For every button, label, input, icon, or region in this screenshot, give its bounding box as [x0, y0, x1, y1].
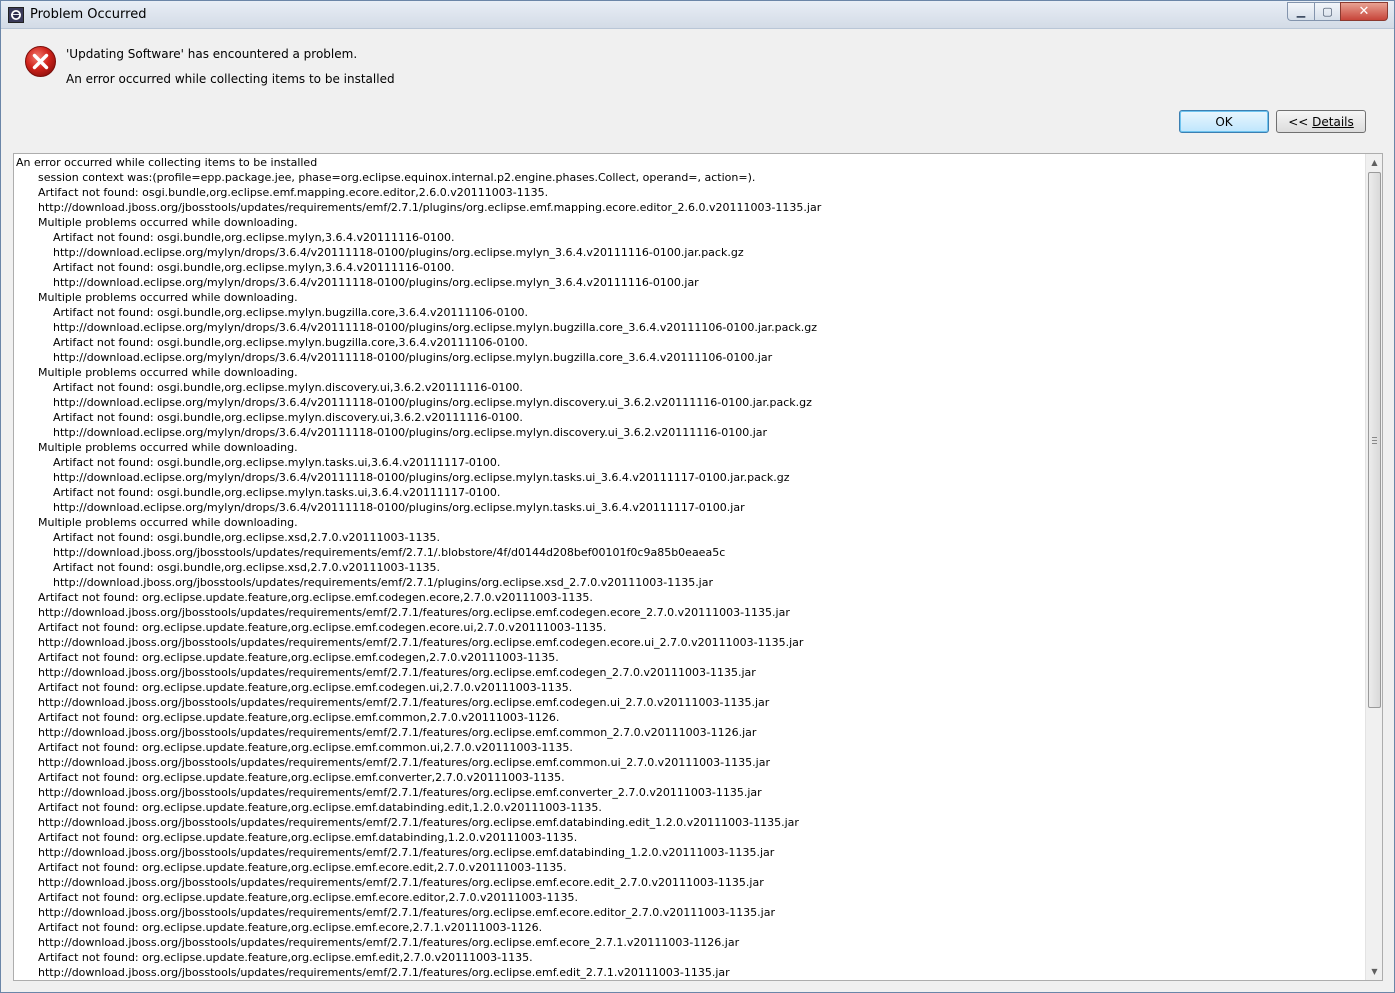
details-log-line: http://download.jboss.org/jbosstools/upd… — [38, 936, 740, 949]
window-controls: ▁ ▢ ✕ — [1287, 2, 1388, 22]
details-log-line: Artifact not found: org.eclipse.update.f… — [38, 651, 559, 664]
details-log: An error occurred while collecting items… — [16, 155, 1361, 980]
details-log-line: http://download.eclipse.org/mylyn/drops/… — [53, 321, 818, 334]
details-log-line: http://download.jboss.org/jbosstools/upd… — [53, 546, 726, 559]
scroll-down-arrow-icon: ▼ — [1371, 967, 1378, 976]
eclipse-app-icon — [8, 7, 24, 23]
details-log-line: http://download.jboss.org/jbosstools/upd… — [38, 756, 770, 769]
maximize-button[interactable]: ▢ — [1314, 2, 1340, 21]
details-log-line: http://download.eclipse.org/mylyn/drops/… — [53, 351, 773, 364]
scroll-up-button[interactable]: ▲ — [1366, 154, 1382, 171]
close-icon: ✕ — [1358, 4, 1370, 19]
details-log-line: Artifact not found: org.eclipse.update.f… — [38, 741, 573, 754]
details-log-line: http://download.jboss.org/jbosstools/upd… — [38, 846, 775, 859]
details-log-line: http://download.eclipse.org/mylyn/drops/… — [53, 246, 744, 259]
scroll-down-button[interactable]: ▼ — [1366, 963, 1382, 980]
details-log-line: Artifact not found: org.eclipse.update.f… — [38, 771, 565, 784]
details-log-line: Artifact not found: org.eclipse.update.f… — [38, 681, 573, 694]
details-log-line: http://download.jboss.org/jbosstools/upd… — [38, 201, 822, 214]
details-log-line: http://download.jboss.org/jbosstools/upd… — [38, 606, 790, 619]
details-log-line: http://download.jboss.org/jbosstools/upd… — [53, 576, 714, 589]
details-log-line: http://download.jboss.org/jbosstools/upd… — [38, 876, 764, 889]
details-log-line: Artifact not found: org.eclipse.update.f… — [38, 861, 567, 874]
details-log-line: http://download.jboss.org/jbosstools/upd… — [38, 816, 799, 829]
details-log-line: http://download.jboss.org/jbosstools/upd… — [38, 636, 804, 649]
scroll-up-arrow-icon: ▲ — [1371, 158, 1378, 167]
details-log-line: Artifact not found: osgi.bundle,org.ecli… — [53, 381, 523, 394]
details-log-line: Artifact not found: osgi.bundle,org.ecli… — [53, 231, 455, 244]
details-button-prefix: << — [1288, 114, 1313, 129]
details-log-line: http://download.jboss.org/jbosstools/upd… — [38, 906, 775, 919]
details-log-line: Artifact not found: org.eclipse.update.f… — [38, 711, 560, 724]
scroll-thumb[interactable] — [1368, 172, 1381, 708]
minimize-button[interactable]: ▁ — [1287, 2, 1314, 21]
details-log-line: http://download.jboss.org/jbosstools/upd… — [38, 966, 730, 979]
details-log-line: http://download.eclipse.org/mylyn/drops/… — [53, 396, 812, 409]
details-log-line: http://download.jboss.org/jbosstools/upd… — [38, 786, 762, 799]
details-log-line: Artifact not found: osgi.bundle,org.ecli… — [53, 336, 528, 349]
details-log-line: An error occurred while collecting items… — [16, 156, 318, 169]
details-log-line: Artifact not found: osgi.bundle,org.ecli… — [53, 456, 501, 469]
details-log-line: Artifact not found: osgi.bundle,org.ecli… — [53, 531, 440, 544]
details-log-line: Artifact not found: osgi.bundle,org.ecli… — [53, 411, 523, 424]
details-log-line: Artifact not found: osgi.bundle,org.ecli… — [53, 486, 501, 499]
details-button-label: Details — [1312, 114, 1354, 129]
details-log-line: http://download.eclipse.org/mylyn/drops/… — [53, 426, 768, 439]
details-log-line: Multiple problems occurred while downloa… — [38, 441, 298, 454]
close-button[interactable]: ✕ — [1340, 2, 1388, 21]
details-log-line: Multiple problems occurred while downloa… — [38, 291, 298, 304]
error-message-title: 'Updating Software' has encountered a pr… — [66, 47, 358, 61]
details-button[interactable]: << Details — [1276, 110, 1366, 133]
title-bar[interactable]: Problem Occurred ▁ ▢ ✕ — [1, 1, 1394, 29]
details-log-line: Artifact not found: org.eclipse.update.f… — [38, 591, 593, 604]
maximize-icon: ▢ — [1322, 5, 1333, 18]
details-text-area[interactable]: An error occurred while collecting items… — [13, 153, 1383, 981]
details-log-line: Artifact not found: osgi.bundle,org.ecli… — [53, 561, 440, 574]
details-log-line: http://download.eclipse.org/mylyn/drops/… — [53, 276, 699, 289]
details-log-line: Artifact not found: osgi.bundle,org.ecli… — [53, 306, 528, 319]
scroll-grip-icon — [1372, 437, 1377, 444]
details-log-line: Artifact not found: org.eclipse.update.f… — [38, 831, 578, 844]
details-log-line: Artifact not found: org.eclipse.update.f… — [38, 921, 543, 934]
details-log-line: http://download.jboss.org/jbosstools/upd… — [38, 696, 770, 709]
window-title: Problem Occurred — [30, 7, 147, 22]
details-log-line: session context was:(profile=epp.package… — [38, 171, 756, 184]
details-log-line: Artifact not found: org.eclipse.update.f… — [38, 891, 578, 904]
details-log-line: Artifact not found: org.eclipse.update.f… — [38, 801, 602, 814]
minimize-icon: ▁ — [1296, 5, 1306, 18]
error-icon — [25, 46, 56, 77]
details-log-line: http://download.jboss.org/jbosstools/upd… — [38, 666, 756, 679]
ok-button-label: OK — [1215, 114, 1233, 129]
problem-dialog: Problem Occurred ▁ ▢ ✕ 'Updating Softwar… — [0, 0, 1395, 993]
details-log-line: Artifact not found: org.eclipse.update.f… — [38, 621, 607, 634]
details-log-line: http://download.eclipse.org/mylyn/drops/… — [53, 501, 745, 514]
error-message-detail: An error occurred while collecting items… — [66, 72, 395, 86]
details-log-line: http://download.eclipse.org/mylyn/drops/… — [53, 471, 790, 484]
details-log-line: Artifact not found: osgi.bundle,org.ecli… — [53, 261, 455, 274]
details-log-line: Artifact not found: org.eclipse.update.f… — [38, 951, 533, 964]
details-log-line: http://download.jboss.org/jbosstools/upd… — [38, 726, 757, 739]
vertical-scrollbar[interactable]: ▲ ▼ — [1365, 154, 1382, 980]
details-log-line: Multiple problems occurred while downloa… — [38, 216, 298, 229]
details-log-line: Multiple problems occurred while downloa… — [38, 516, 298, 529]
details-log-line: Multiple problems occurred while downloa… — [38, 366, 298, 379]
ok-button[interactable]: OK — [1179, 110, 1269, 133]
details-log-line: Artifact not found: osgi.bundle,org.ecli… — [38, 186, 549, 199]
